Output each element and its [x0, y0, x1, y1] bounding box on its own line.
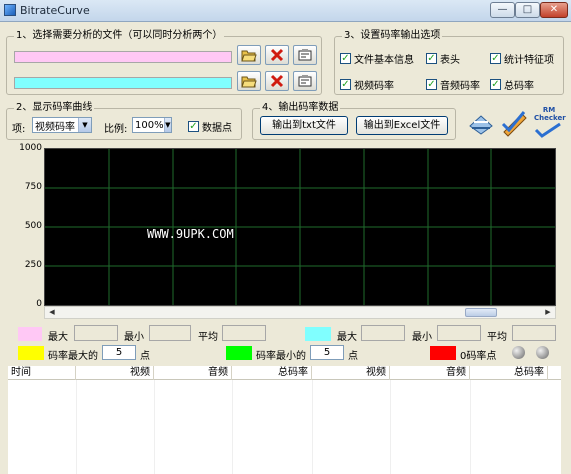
min-marker-count[interactable]: 5	[310, 345, 344, 360]
bitrate-chart: WWW.9UPK.COM	[44, 148, 556, 306]
file1-color-swatch	[18, 327, 42, 341]
col-time[interactable]: 时间	[8, 366, 76, 380]
delete-x-icon	[270, 48, 284, 62]
open-file1-button[interactable]	[237, 45, 261, 65]
file2-max-label: 最大	[337, 332, 357, 343]
col-audio-2[interactable]: 音频	[390, 366, 470, 380]
export-legend: 4、输出码率数据	[260, 102, 341, 114]
file1-path-field[interactable]	[14, 51, 232, 63]
properties-icon	[298, 75, 312, 87]
col-video-1[interactable]: 视频	[76, 366, 154, 380]
close-button[interactable]: ✕	[540, 2, 568, 18]
col-video-2[interactable]: 视频	[312, 366, 390, 380]
scale-select[interactable]: 100% ▼	[132, 117, 172, 133]
file2-path-field[interactable]	[14, 77, 232, 89]
file1-min-value	[149, 325, 191, 341]
export-txt-button[interactable]: 输出到txt文件	[260, 116, 348, 135]
y-tick-label: 0	[36, 299, 42, 309]
checkbox-file-info[interactable]: ✓ 文件基本信息	[340, 51, 414, 66]
status-led-2	[536, 346, 549, 359]
scroll-left-icon[interactable]: ◀	[45, 307, 59, 318]
checkbox-header[interactable]: ✓ 表头	[426, 51, 460, 66]
open-file2-button[interactable]	[237, 71, 261, 91]
col-audio-1[interactable]: 音频	[154, 366, 232, 380]
rm-checker-label: RM Checker	[534, 106, 566, 122]
checkbox-data-points[interactable]: ✓ 数据点	[188, 119, 232, 134]
checker-icon	[534, 122, 561, 138]
clear-file2-button[interactable]	[265, 71, 289, 91]
folder-open-icon	[241, 76, 257, 88]
min-marker-unit: 点	[348, 351, 358, 362]
chart-watermark: WWW.9UPK.COM	[147, 227, 234, 241]
min-marker-label: 码率最小的	[256, 351, 306, 362]
scroll-right-icon[interactable]: ▶	[541, 307, 555, 318]
delete-x-icon	[270, 74, 284, 88]
chevron-down-icon: ▼	[78, 118, 91, 132]
file2-info-button[interactable]	[293, 71, 317, 91]
max-marker-label: 码率最大的	[48, 351, 98, 362]
chart-scrollbar[interactable]: ◀ ▶	[44, 306, 556, 319]
max-marker-swatch	[18, 346, 44, 360]
file-select-legend: 1、选择需要分析的文件（可以同时分析两个）	[14, 30, 225, 42]
item-select[interactable]: 视频码率 ▼	[32, 117, 92, 133]
y-tick-label: 250	[24, 260, 42, 270]
chevron-down-icon: ▼	[163, 118, 171, 132]
output-options-legend: 3、设置码率输出选项	[342, 30, 443, 42]
file1-info-button[interactable]	[293, 45, 317, 65]
file2-color-swatch	[305, 327, 331, 341]
col-total-1[interactable]: 总码率	[232, 366, 312, 380]
clear-file1-button[interactable]	[265, 45, 289, 65]
y-tick-label: 500	[24, 221, 42, 231]
title-bar: BitrateCurve — □ ✕	[0, 0, 571, 22]
bitrate-table-header: 时间 视频 音频 总码率 视频 音频 总码率	[8, 366, 561, 380]
min-marker-swatch	[226, 346, 252, 360]
minimize-button[interactable]: —	[490, 2, 515, 18]
status-led-1	[512, 346, 525, 359]
file2-max-value	[361, 325, 405, 341]
file1-min-label: 最小	[124, 332, 144, 343]
window-title: BitrateCurve	[20, 4, 90, 17]
chart-grid	[45, 149, 555, 305]
file2-min-label: 最小	[412, 332, 432, 343]
rm-checker-button[interactable]: RM Checker	[534, 106, 566, 138]
check-pen-icon	[501, 111, 527, 137]
file2-avg-value	[512, 325, 556, 341]
file1-max-label: 最大	[48, 332, 68, 343]
checkbox-video-bitrate[interactable]: ✓ 视频码率	[340, 77, 394, 92]
rm-tool-button[interactable]	[500, 108, 530, 138]
properties-icon	[298, 49, 312, 61]
y-tick-label: 1000	[19, 143, 42, 153]
folder-open-icon	[241, 50, 257, 62]
maximize-button[interactable]: □	[515, 2, 540, 18]
flip-tool-button[interactable]	[466, 108, 496, 138]
export-excel-button[interactable]: 输出到Excel文件	[356, 116, 448, 135]
file2-min-value	[437, 325, 481, 341]
checkbox-total-bitrate[interactable]: ✓ 总码率	[490, 77, 534, 92]
scale-label: 比例:	[104, 124, 128, 135]
y-tick-label: 750	[24, 182, 42, 192]
file1-max-value	[74, 325, 118, 341]
curve-display-legend: 2、显示码率曲线	[14, 102, 95, 114]
bitrate-table-body[interactable]	[8, 380, 561, 474]
checkbox-stats[interactable]: ✓ 统计特征项	[490, 51, 554, 66]
checkbox-audio-bitrate[interactable]: ✓ 音频码率	[426, 77, 480, 92]
file2-avg-label: 平均	[487, 332, 507, 343]
max-marker-count[interactable]: 5	[102, 345, 136, 360]
max-marker-unit: 点	[140, 351, 150, 362]
scroll-thumb[interactable]	[465, 308, 497, 317]
app-icon	[4, 4, 16, 16]
file1-avg-value	[222, 325, 266, 341]
zero-marker-swatch	[430, 346, 456, 360]
flip-arrows-icon	[469, 115, 493, 135]
file1-avg-label: 平均	[198, 332, 218, 343]
item-label: 项:	[12, 124, 26, 135]
zero-marker-label: 0码率点	[460, 351, 497, 362]
col-total-2[interactable]: 总码率	[470, 366, 548, 380]
